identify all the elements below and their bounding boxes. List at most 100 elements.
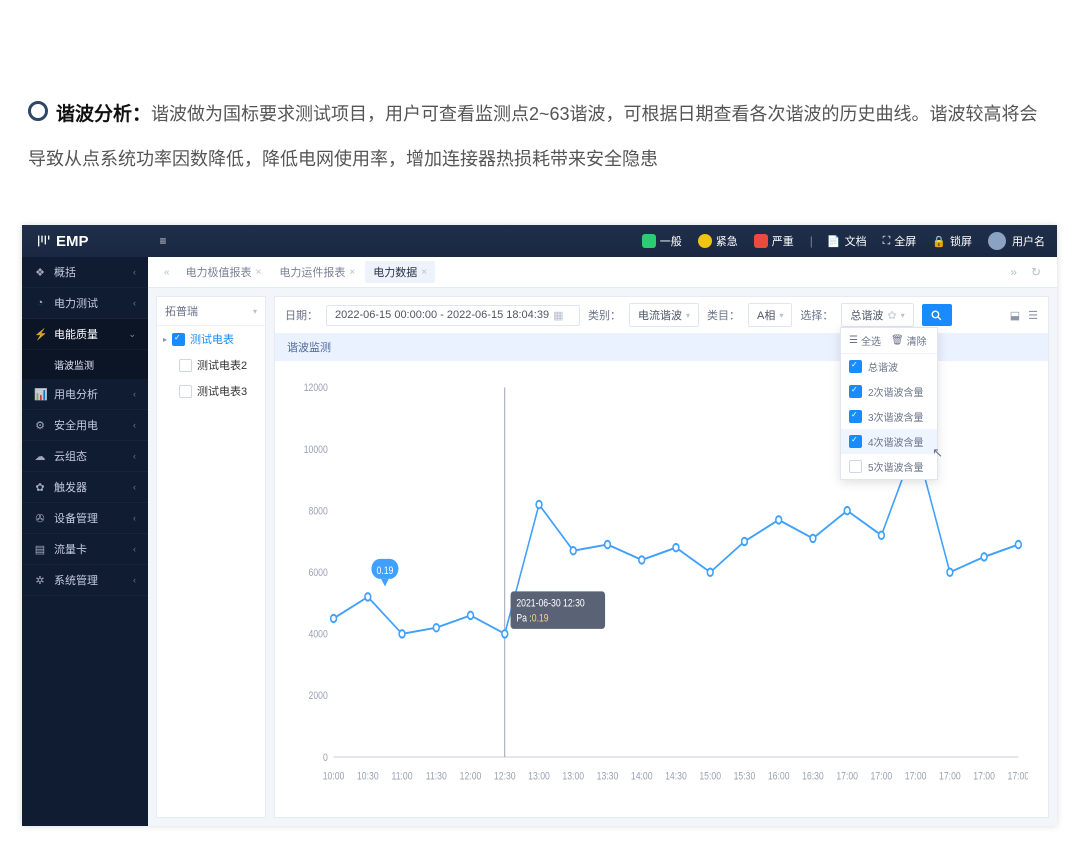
sidebar-item[interactable]: ⚡电能质量⌄ [22,319,148,350]
sidebar-icon: ✲ [34,574,46,587]
svg-text:10:00: 10:00 [323,771,345,783]
dropdown-item[interactable]: 4次谐波含量↖ [841,429,937,454]
checkbox[interactable] [849,385,862,398]
svg-text:14:00: 14:00 [631,771,653,783]
svg-text:13:00: 13:00 [528,771,550,783]
filter-bar: 日期： 2022-06-15 00:00:00 - 2022-06-15 18:… [275,297,1048,333]
chevron-icon: ‹ [133,389,136,399]
sidebar-item[interactable]: ✇设备管理‹ [22,503,148,534]
sidebar-icon: ✿ [34,481,46,494]
sidebar-icon: ⚙ [34,419,46,432]
alert-r[interactable]: 严重 [754,233,794,249]
checkbox[interactable] [172,333,185,346]
sidebar-subitem[interactable]: 谐波监测 [22,350,148,379]
svg-text:12:30: 12:30 [494,771,516,783]
type1-select[interactable]: 电流谐波 ▾ [629,303,699,327]
svg-text:17:00: 17:00 [836,771,858,783]
close-icon[interactable]: × [349,267,355,278]
alert-y[interactable]: 紧急 [698,233,738,249]
sidebar-item[interactable]: ✲系统管理‹ [22,565,148,596]
tab[interactable]: 电力运件报表× [271,261,363,283]
search-icon [930,309,943,322]
checkbox[interactable] [849,410,862,423]
tree-node[interactable]: 测试电表3 [157,378,265,404]
sidebar-icon: ▤ [34,543,46,556]
dropdown-item[interactable]: 总谐波 [841,354,937,379]
alert-g[interactable]: 一般 [642,233,682,249]
logo: EMP [22,233,148,250]
close-icon[interactable]: × [421,267,427,278]
dropdown-item[interactable]: 5次谐波含量 [841,454,937,479]
list-view-icon[interactable]: ☰ [1028,309,1038,322]
svg-text:17:00: 17:00 [871,771,893,783]
tabs-prev-icon[interactable]: « [158,267,176,278]
svg-text:0.19: 0.19 [377,565,394,577]
svg-text:13:30: 13:30 [597,771,619,783]
tree-header[interactable]: 拓普瑞▾ [157,297,265,326]
action-icon: ⛶ [883,235,891,248]
harmonic-select[interactable]: 总谐波 ✿ ▾ [841,303,913,327]
caret-icon: ▸ [163,335,167,344]
checkbox[interactable] [849,435,862,448]
checkbox[interactable] [849,460,862,473]
svg-text:4000: 4000 [309,629,329,641]
chart-panel: 日期： 2022-06-15 00:00:00 - 2022-06-15 18:… [274,296,1049,818]
svg-text:15:30: 15:30 [734,771,756,783]
checkbox[interactable] [849,360,862,373]
svg-text:8000: 8000 [309,505,329,517]
topbar-action[interactable]: 🔒锁屏 [932,233,972,249]
checkbox[interactable] [179,359,192,372]
sidebar-item[interactable]: ◔电力测试‹ [22,288,148,319]
sidebar-icon: 📊 [34,388,46,401]
user-avatar[interactable] [988,232,1006,250]
chevron-down-icon: ▾ [901,311,905,320]
svg-text:10:30: 10:30 [357,771,379,783]
svg-text:16:30: 16:30 [802,771,824,783]
dropdown-item[interactable]: 2次谐波含量 [841,379,937,404]
tab[interactable]: 电力极值报表× [178,261,270,283]
bell-icon [754,234,768,248]
clear-button[interactable]: 🗑 清除 [891,333,927,348]
chevron-icon: ‹ [133,420,136,430]
chevron-icon: ‹ [133,544,136,554]
user-name[interactable]: 用户名 [1012,233,1045,249]
dropdown-item[interactable]: 3次谐波含量 [841,404,937,429]
svg-text:6000: 6000 [309,567,329,579]
sidebar-item[interactable]: ✿触发器‹ [22,472,148,503]
tree-node[interactable]: 测试电表2 [157,352,265,378]
topbar-action[interactable]: ⛶全屏 [883,233,917,249]
svg-text:14:30: 14:30 [665,771,687,783]
tabs-refresh-icon[interactable]: ↻ [1025,265,1047,279]
chevron-icon: ‹ [133,298,136,308]
chevron-icon: ‹ [133,267,136,277]
sidebar-item[interactable]: ▤流量卡‹ [22,534,148,565]
sidebar-icon: ⚡ [34,328,46,341]
tab[interactable]: 电力数据× [365,261,435,283]
sidebar-icon: ❖ [34,266,46,279]
tabs-next-icon[interactable]: » [1004,265,1023,279]
select-all-button[interactable]: ☰ 全选 [849,333,881,348]
tabs-bar: « 电力极值报表×电力运件报表×电力数据× » ↻ [148,257,1057,288]
menu-toggle-icon[interactable]: ≡ [148,234,178,248]
topbar-action[interactable]: 📄文档 [827,233,867,249]
close-icon[interactable]: × [256,267,262,278]
svg-text:0: 0 [323,752,328,764]
date-range-input[interactable]: 2022-06-15 00:00:00 - 2022-06-15 18:04:3… [326,305,580,326]
svg-text:2000: 2000 [309,690,329,702]
search-button[interactable] [922,304,952,326]
svg-text:17:00: 17:00 [1008,771,1028,783]
date-label: 日期： [285,307,318,323]
sidebar-item[interactable]: ☁云组态‹ [22,441,148,472]
svg-text:Pa :0.19: Pa :0.19 [516,612,549,624]
sidebar-icon: ☁ [34,450,46,463]
desc-title: 谐波分析： [56,104,151,125]
sidebar-icon: ◔ [34,297,46,309]
tree-node[interactable]: ▸测试电表 [157,326,265,352]
checkbox[interactable] [179,385,192,398]
chart-view-icon[interactable]: ⬓ [1010,309,1020,322]
sidebar-item[interactable]: ⚙安全用电‹ [22,410,148,441]
type2-select[interactable]: A相 ▾ [748,303,792,327]
svg-text:11:00: 11:00 [392,771,413,783]
sidebar-item[interactable]: 📊用电分析‹ [22,379,148,410]
sidebar-item[interactable]: ❖概括‹ [22,257,148,288]
